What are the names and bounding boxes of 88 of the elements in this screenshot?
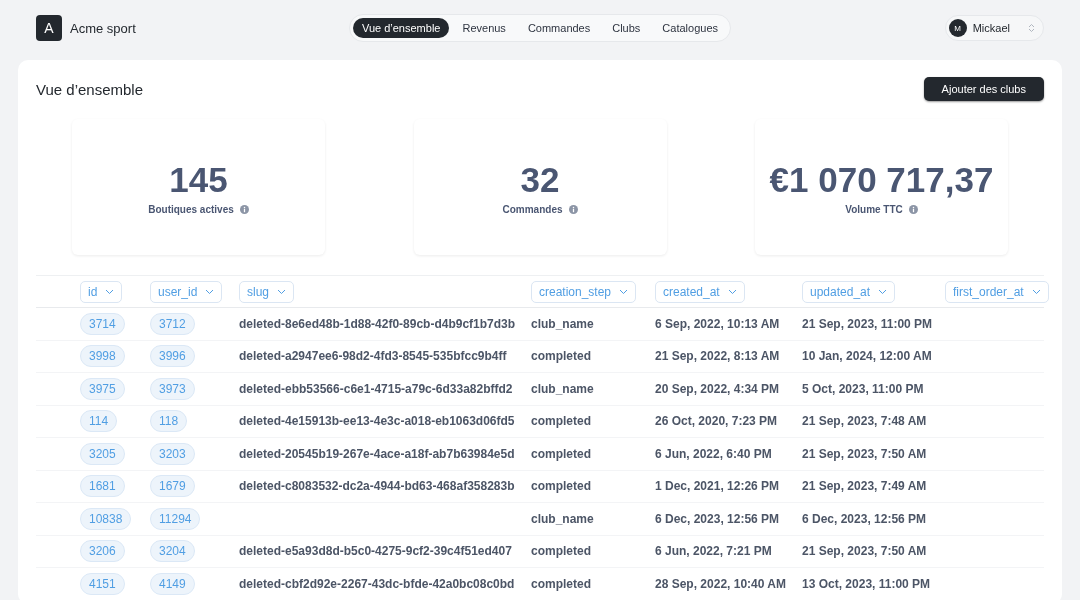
chevron-down-icon xyxy=(727,288,737,295)
id-link[interactable]: 3975 xyxy=(80,377,125,400)
table-cell-text: 13 Oct, 2023, 11:00 PM xyxy=(802,576,932,591)
id-link[interactable]: 3714 xyxy=(80,312,125,335)
table-cell-text: completed xyxy=(531,349,592,364)
column-header[interactable]: slug xyxy=(239,280,294,303)
id-link[interactable]: 3203 xyxy=(150,442,195,465)
table-cell-text: deleted-e5a93d8d-b5c0-4275-9cf2-39c4f51ed407 xyxy=(239,544,513,559)
nav-tab[interactable]: Commandes xyxy=(518,18,600,38)
column-header[interactable]: first_order_at xyxy=(945,280,1049,303)
id-link[interactable]: 10838 xyxy=(80,507,132,530)
column-header[interactable]: user_id xyxy=(150,280,223,303)
nav-tab[interactable]: Revenus xyxy=(453,18,515,38)
id-link[interactable]: 4151 xyxy=(80,572,125,595)
table-cell-text: 10 Jan, 2024, 12:00 AM xyxy=(802,349,933,364)
id-link[interactable]: 3205 xyxy=(80,442,125,465)
stat-value: 32 xyxy=(520,159,560,200)
column-header[interactable]: id xyxy=(80,280,123,303)
chevron-down-icon xyxy=(1031,288,1041,295)
table-cell-text: 6 Jun, 2022, 6:40 PM xyxy=(655,446,773,461)
table-cell-text: 21 Sep, 2023, 7:49 AM xyxy=(802,479,928,494)
table-cell-text: club_name xyxy=(531,511,595,526)
table-cell-text: 6 Jun, 2022, 7:21 PM xyxy=(655,544,773,559)
table-cell-text: club_name xyxy=(531,381,595,396)
table-cell-text: 5 Oct, 2023, 11:00 PM xyxy=(802,381,925,396)
id-link[interactable]: 1679 xyxy=(150,475,195,498)
id-link[interactable]: 114 xyxy=(80,410,118,433)
id-link[interactable]: 118 xyxy=(150,410,188,433)
table-cell-text: 21 Sep, 2023, 11:00 PM xyxy=(802,316,934,331)
table-cell-text: completed xyxy=(531,414,592,429)
table-cell-text: deleted-c8083532-dc2a-4944-bd63-468af358283b xyxy=(239,479,516,494)
table-cell-text: 26 Oct, 2020, 7:23 PM xyxy=(655,414,779,429)
stat-label: Commandes xyxy=(502,203,563,215)
table-cell-text: deleted-a2947ee6-98d2-4fd3-8545-535bfcc9b4ff xyxy=(239,349,508,364)
table-cell-text: deleted-ebb53566-c6e1-4715-a79c-6d33a82bffd2 xyxy=(239,381,514,396)
info-icon xyxy=(239,204,249,214)
brand-name: Acme sport xyxy=(70,20,136,36)
user-menu[interactable]: M Mickael xyxy=(944,15,1044,41)
table-cell-text: deleted-4e15913b-ee13-4e3c-a018-eb1063d06fd5 xyxy=(239,414,516,429)
table-cell-text: deleted-20545b19-267e-4ace-a18f-ab7b63984e5d xyxy=(239,446,516,461)
table-cell-text: 21 Sep, 2023, 7:50 AM xyxy=(802,544,928,559)
user-avatar: M xyxy=(948,19,967,37)
id-link[interactable]: 3996 xyxy=(150,345,195,368)
stat-value: 145 xyxy=(169,159,228,200)
id-link[interactable]: 3973 xyxy=(150,377,195,400)
column-header[interactable]: creation_step xyxy=(531,280,637,303)
stat-label: Boutiques actives xyxy=(148,203,234,215)
table-cell-text: deleted-8e6ed48b-1d88-42f0-89cb-d4b9cf1b7d3b xyxy=(239,316,517,331)
stat-label: Volume TTC xyxy=(845,203,903,215)
id-link[interactable]: 4149 xyxy=(150,572,195,595)
table-cell-text: completed xyxy=(531,576,592,591)
id-link[interactable]: 3206 xyxy=(80,540,125,563)
table-cell-text: completed xyxy=(531,544,592,559)
id-link[interactable]: 1681 xyxy=(80,475,125,498)
chevron-down-icon xyxy=(205,288,215,295)
table-cell-text: 1 Dec, 2021, 12:26 PM xyxy=(655,479,781,494)
id-link[interactable]: 3998 xyxy=(80,345,125,368)
id-link[interactable]: 11294 xyxy=(150,507,201,530)
brand-logo: A xyxy=(36,15,62,41)
column-header[interactable]: updated_at xyxy=(802,280,896,303)
nav-tab[interactable]: Catalogues xyxy=(653,18,727,38)
table-cell-text: 20 Sep, 2022, 4:34 PM xyxy=(655,381,781,396)
table-cell-text: 21 Sep, 2023, 7:50 AM xyxy=(802,446,928,461)
table-cell-text: club_name xyxy=(531,316,595,331)
table-cell-text: 21 Sep, 2022, 8:13 AM xyxy=(655,349,781,364)
nav-tab[interactable]: Vue d’ensemble xyxy=(352,18,450,38)
table-cell-text: 21 Sep, 2023, 7:48 AM xyxy=(802,414,928,429)
table-cell-text: completed xyxy=(531,446,592,461)
table-cell-text: deleted-cbf2d92e-2267-43dc-bfde-42a0bc08c0bd xyxy=(239,576,516,591)
stat-value: €1 070 717,37 xyxy=(769,159,994,200)
table-cell-text: 6 Dec, 2023, 12:56 PM xyxy=(655,511,781,526)
add-clubs-button[interactable]: Ajouter des clubs xyxy=(923,77,1044,101)
table-cell-text: completed xyxy=(531,479,592,494)
chevron-down-icon xyxy=(878,288,888,295)
sort-chevron-icon xyxy=(1028,23,1035,33)
table-cell-text: 28 Sep, 2022, 10:40 AM xyxy=(655,576,787,591)
chevron-down-icon xyxy=(277,288,286,295)
chevron-down-icon xyxy=(619,288,629,295)
column-header[interactable]: created_at xyxy=(655,280,745,303)
page-title: Vue d’ensemble xyxy=(36,80,143,98)
id-link[interactable]: 3204 xyxy=(150,540,195,563)
chevron-down-icon xyxy=(105,288,115,295)
table-cell-text: 6 Dec, 2023, 12:56 PM xyxy=(802,511,928,526)
info-icon xyxy=(908,204,918,214)
id-link[interactable]: 3712 xyxy=(150,312,195,335)
info-icon xyxy=(568,204,578,214)
table-cell-text: 6 Sep, 2022, 10:13 AM xyxy=(655,316,781,331)
nav-tab[interactable]: Clubs xyxy=(603,18,650,38)
